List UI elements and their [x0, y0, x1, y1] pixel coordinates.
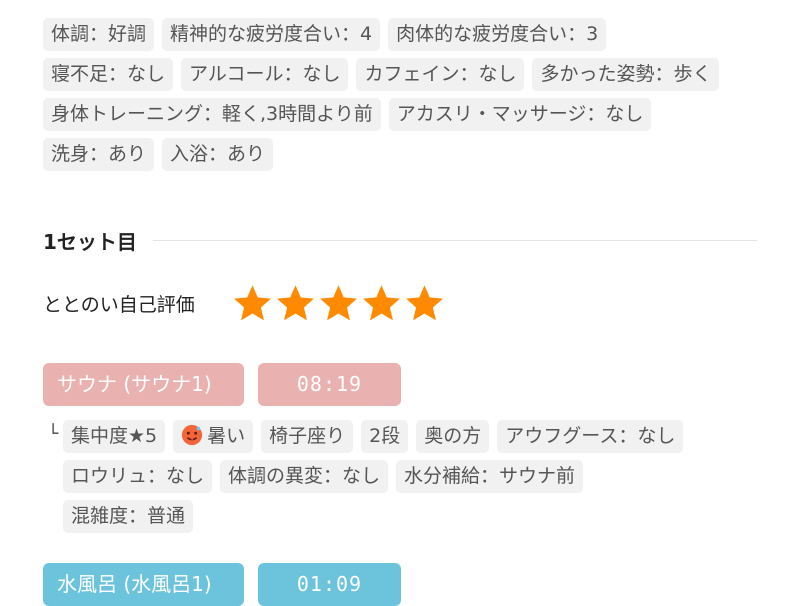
sauna-detail-row-1: 集中度★5 暑い 椅子座り 2段 奥の方 アウフグース：なし: [63, 420, 684, 453]
condition-tags-row-3: 身体トレーニング：軽く,3時間より前 アカスリ・マッサージ：なし: [43, 98, 652, 131]
tag: 水分補給：サウナ前: [396, 460, 584, 493]
tag-label: 暑い: [207, 425, 246, 447]
tag: 体調の異変：なし: [220, 460, 389, 493]
tag: 体調：好調: [43, 18, 155, 51]
tag: 椅子座り: [261, 420, 354, 453]
tag: 集中度★5: [63, 420, 166, 453]
tag: 2段: [361, 420, 409, 453]
star-icon: [406, 285, 443, 321]
star-icon: [320, 285, 357, 321]
rating-label: ととのい自己評価: [43, 294, 195, 316]
tag: 混雑度：普通: [63, 500, 194, 533]
sauna-name: サウナ (サウナ1): [43, 363, 244, 406]
rating-stars: [231, 282, 446, 325]
sauna-detail-row-3: 混雑度：普通: [63, 500, 194, 533]
tag: 精神的な疲労度合い：4: [162, 18, 381, 51]
set-header: 1セット目: [43, 226, 757, 255]
self-rating: ととのい自己評価: [43, 282, 446, 325]
tag: 奥の方: [416, 420, 490, 453]
tag: 暑い: [173, 420, 254, 453]
star-icon: [234, 285, 271, 321]
tag: アウフグース：なし: [497, 420, 684, 453]
tag: 多かった姿勢：歩く: [532, 58, 720, 91]
tag: 肉体的な疲労度合い：3: [388, 18, 607, 51]
sauna-phase: サウナ (サウナ1) 08:19: [43, 363, 401, 406]
sauna-detail-row-2: ロウリュ：なし 体調の異変：なし 水分補給：サウナ前: [63, 460, 584, 493]
tag: 入浴：あり: [162, 138, 274, 171]
sauna-time: 08:19: [258, 363, 401, 406]
tag: アルコール：なし: [181, 58, 349, 91]
tag: 洗身：あり: [43, 138, 155, 171]
tag: ロウリュ：なし: [63, 460, 213, 493]
condition-tags-row-2: 寝不足：なし アルコール：なし カフェイン：なし 多かった姿勢：歩く: [43, 58, 720, 91]
condition-tags-row-1: 体調：好調 精神的な疲労度合い：4 肉体的な疲労度合い：3: [43, 18, 607, 51]
divider: [152, 240, 757, 241]
tag: 身体トレーニング：軽く,3時間より前: [43, 98, 381, 131]
star-icon: [363, 285, 400, 321]
tag: カフェイン：なし: [356, 58, 525, 91]
tag: アカスリ・マッサージ：なし: [388, 98, 652, 131]
detail-branch-mark: └: [48, 424, 59, 444]
star-icon: [277, 285, 314, 321]
hot-face-icon: [182, 424, 203, 446]
set-title: 1セット目: [43, 230, 137, 254]
tag: 寝不足：なし: [43, 58, 174, 91]
condition-tags-row-4: 洗身：あり 入浴：あり: [43, 138, 274, 171]
